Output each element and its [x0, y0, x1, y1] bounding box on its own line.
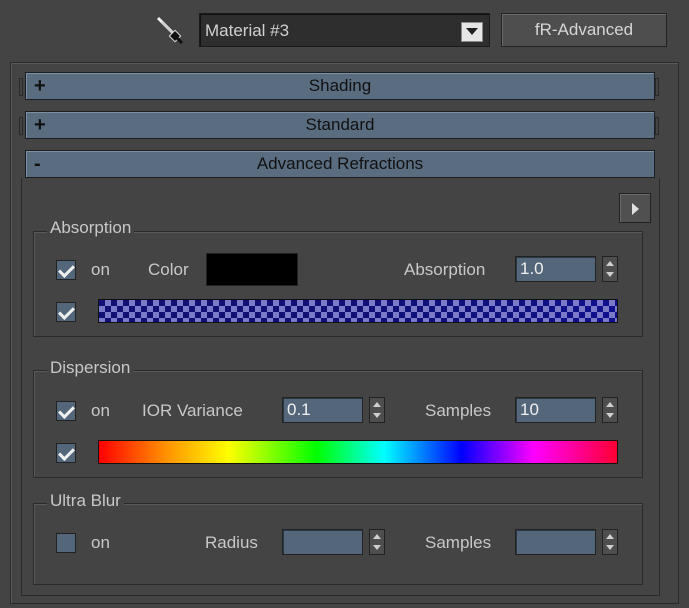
ior-variance-field[interactable]: 0.1 — [282, 397, 363, 423]
absorption-on-checkbox[interactable] — [56, 260, 76, 280]
ultra-blur-on-label: on — [91, 533, 110, 552]
dispersion-on-checkbox[interactable] — [56, 401, 76, 421]
absorption-on-label: on — [91, 260, 110, 279]
absorption-spinner[interactable] — [602, 256, 618, 282]
ultra-blur-samples-field[interactable] — [515, 529, 596, 555]
rollout-bracket — [19, 78, 23, 96]
ior-variance-label: IOR Variance — [142, 401, 243, 420]
ultra-blur-samples-label: Samples — [425, 533, 492, 552]
eyedropper-icon[interactable] — [150, 13, 186, 45]
dispersion-gradient-map[interactable] — [98, 440, 618, 464]
material-type-button[interactable]: fR-Advanced — [501, 13, 667, 47]
material-name-field[interactable]: Material #3 — [199, 13, 490, 47]
dispersion-group-label: Dispersion — [47, 358, 134, 378]
dispersion-on-label: on — [91, 401, 110, 420]
ultra-blur-group-label: Ultra Blur — [47, 491, 124, 511]
dispersion-samples-label: Samples — [425, 401, 492, 420]
dispersion-samples-spinner[interactable] — [602, 397, 618, 423]
material-name: Material #3 — [205, 21, 290, 40]
absorption-gradient-map[interactable] — [98, 299, 618, 323]
dispersion-map-checkbox[interactable] — [56, 443, 76, 463]
rollout-bracket — [655, 78, 659, 96]
radius-label: Radius — [205, 533, 258, 552]
absorption-color-label: Color — [148, 260, 189, 279]
dispersion-samples-field[interactable]: 10 — [515, 397, 596, 423]
absorption-map-checkbox[interactable] — [56, 302, 76, 322]
radius-spinner[interactable] — [369, 529, 385, 555]
material-dropdown-button[interactable] — [461, 22, 483, 42]
absorption-color-swatch[interactable] — [206, 253, 298, 286]
absorption-group-label: Absorption — [47, 218, 135, 238]
rollout-title: Advanced Refractions — [256, 154, 424, 173]
radius-field[interactable] — [282, 529, 363, 555]
ior-variance-spinner[interactable] — [369, 397, 385, 423]
absorption-value-label: Absorption — [404, 260, 486, 279]
absorption-value-field[interactable]: 1.0 — [515, 256, 596, 282]
rollout-standard[interactable]: + Standard — [25, 111, 655, 139]
rollout-bracket — [655, 117, 659, 135]
rollout-advanced-refractions[interactable]: - Advanced Refractions — [25, 150, 655, 178]
rollout-title: Standard — [305, 115, 375, 134]
rollout-title: Shading — [308, 76, 372, 95]
rollout-bracket — [19, 117, 23, 135]
play-arrow-button[interactable] — [619, 193, 651, 223]
rollout-shading[interactable]: + Shading — [25, 72, 655, 100]
ultra-blur-samples-spinner[interactable] — [602, 529, 618, 555]
ultra-blur-on-checkbox[interactable] — [56, 533, 76, 553]
